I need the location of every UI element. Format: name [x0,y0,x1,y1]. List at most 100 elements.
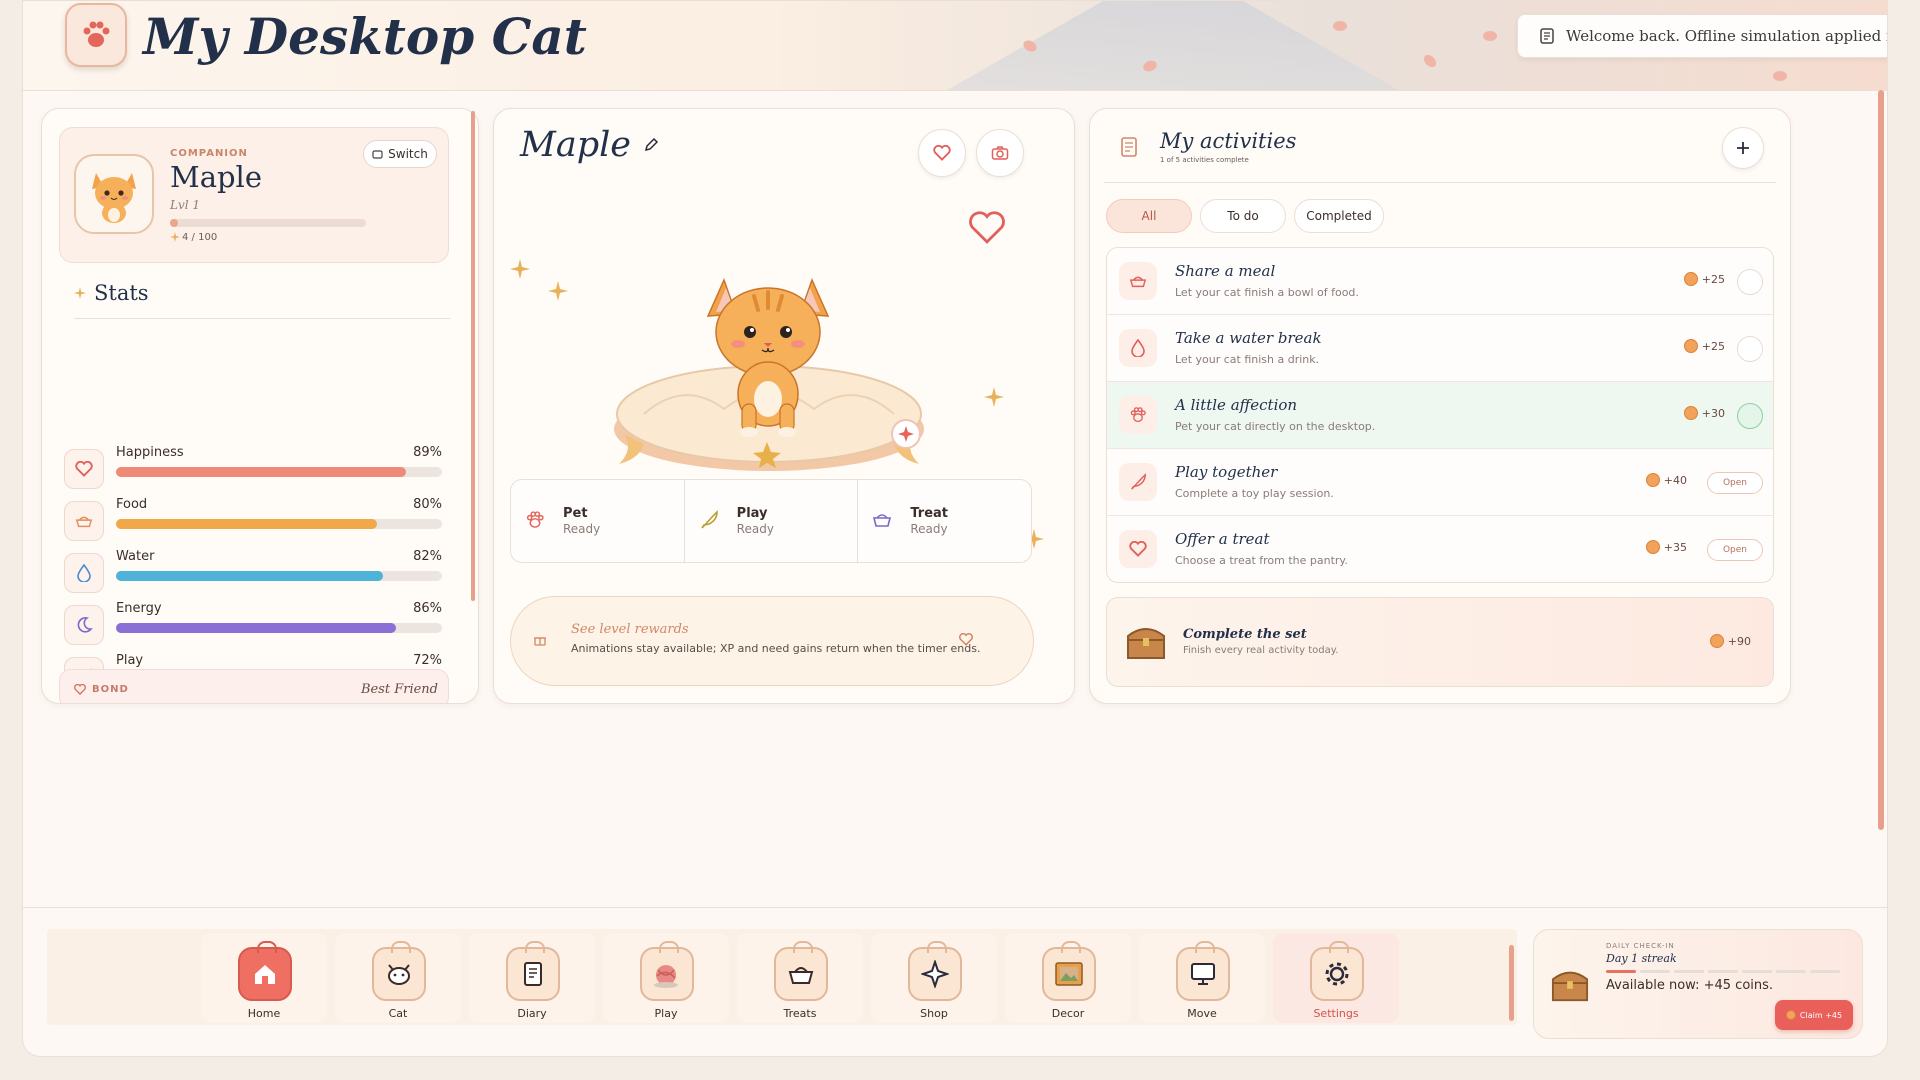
food-bowl-icon [1119,262,1157,300]
daily-eyebrow: DAILY CHECK-IN [1606,942,1675,950]
action-status: Ready [563,522,601,536]
feather-icon [1119,463,1157,501]
tab-completed[interactable]: Completed [1294,199,1384,233]
activity-row[interactable]: Share a meal Let your cat finish a bowl … [1107,248,1773,315]
stat-label: Happiness [116,445,184,460]
nav-item-settings[interactable]: Settings [1273,933,1399,1023]
action-status: Ready [736,522,774,536]
activity-reward: +30 [1683,406,1725,420]
tab-to-do[interactable]: To do [1200,199,1286,233]
activity-row[interactable]: A little affection Pet your cat directly… [1107,382,1773,449]
set-title: Complete the set [1183,627,1307,642]
play-action[interactable]: Play Ready [685,480,859,562]
cat-on-cushion-illustration[interactable] [604,244,934,474]
welcome-toast[interactable]: Welcome back. Offline simulation applied… [1517,14,1887,58]
nav-item-treats[interactable]: Treats [737,933,863,1023]
stat-row-water: Water 82% [64,549,454,595]
floating-heart-icon [969,211,1005,244]
bond-label: BOND [92,684,129,695]
action-title: Pet [563,506,588,521]
nav-item-decor[interactable]: Decor [1005,933,1131,1023]
food-bowl-icon [64,501,104,541]
complete-checkbox[interactable] [1737,269,1763,295]
cat-avatar [74,154,154,234]
stat-bar-fill [116,623,397,633]
nav-label: Cat [388,1007,408,1020]
companion-card: COMPANION Maple Lvl 1 4 / 100 Switch [59,127,449,263]
reward-value: +25 [1701,339,1725,353]
stat-value: 82% [413,549,442,564]
heart-icon [64,449,104,489]
nav-scrollbar[interactable] [1509,945,1514,1021]
cat-name: Maple [520,125,632,165]
activity-row[interactable]: Play together Complete a toy play sessio… [1107,449,1773,516]
home-icon [238,941,292,1001]
streak-segment [1606,970,1636,973]
bond-row: BOND Best Friend [59,669,449,703]
feather-icon [701,510,718,529]
favorite-button[interactable] [918,129,966,177]
stat-bar [116,571,442,581]
camera-button[interactable] [976,129,1024,177]
nav-item-move[interactable]: Move [1139,933,1265,1023]
cat-face-icon [372,941,426,1001]
nav-label: Decor [1051,1007,1085,1020]
add-activity-button[interactable] [1722,127,1764,169]
window-scrollbar[interactable] [1878,90,1884,830]
treat-bowl-icon [774,941,828,1001]
bond-value: Best Friend [360,682,438,697]
companion-eyebrow: COMPANION [170,148,248,159]
activities-title: My activities [1160,129,1297,153]
activity-row[interactable]: Take a water break Let your cat finish a… [1107,315,1773,382]
stat-bar-fill [116,571,384,581]
claim-button[interactable]: Claim +45 [1775,1000,1853,1030]
bottom-navigation: Home Cat Diary Play Treats Shop Decor Mo… [47,929,1517,1025]
nav-item-diary[interactable]: Diary [469,933,595,1023]
reward-value: +25 [1701,272,1725,286]
camera-icon [991,146,1009,160]
completed-check[interactable] [1737,403,1763,429]
heart-icon [933,145,951,161]
pencil-icon[interactable] [643,137,659,153]
open-button[interactable]: Open [1707,539,1763,561]
action-title: Treat [910,506,948,521]
switch-icon [372,149,383,159]
streak-segment [1640,970,1670,973]
activity-reward: +35 [1645,540,1687,554]
activity-desc: Pet your cat directly on the desktop. [1175,420,1376,433]
treat-action[interactable]: Treat Ready [858,480,1031,562]
stat-bar [116,467,442,477]
activity-row[interactable]: Offer a treat Choose a treat from the pa… [1107,516,1773,582]
pet-action[interactable]: Pet Ready [511,480,685,562]
switch-companion-button[interactable]: Switch [363,140,437,168]
level-rewards-banner[interactable]: See level rewards Animations stay availa… [510,596,1034,686]
open-button[interactable]: Open [1707,472,1763,494]
streak-segment [1708,970,1738,973]
activity-desc: Complete a toy play session. [1175,487,1334,500]
nav-item-shop[interactable]: Shop [871,933,997,1023]
paw-logo-icon [65,3,127,67]
action-title: Play [736,506,768,521]
treasure-chest-icon [1127,628,1165,659]
action-status: Ready [910,522,948,536]
complete-checkbox[interactable] [1737,336,1763,362]
stat-row-food: Food 80% [64,497,454,543]
sparkle-icon [984,387,1004,407]
sparkle-icon [548,281,568,301]
stats-scrollbar[interactable] [471,111,475,601]
yarn-ball-icon [640,941,694,1001]
coin-icon [1785,1010,1796,1020]
coin-icon [1683,272,1698,286]
coin-icon [1645,540,1660,554]
nav-item-home[interactable]: Home [201,933,327,1023]
stat-bar [116,519,442,529]
streak-segment [1674,970,1704,973]
diary-icon [1121,137,1137,157]
water-drop-icon [1119,329,1157,367]
app-window: My Desktop Cat Welcome back. Offline sim… [22,0,1888,1057]
activity-title: Offer a treat [1175,530,1270,548]
stat-bar-fill [116,467,407,477]
nav-item-cat[interactable]: Cat [335,933,461,1023]
nav-item-play[interactable]: Play [603,933,729,1023]
tab-all[interactable]: All [1106,199,1192,233]
